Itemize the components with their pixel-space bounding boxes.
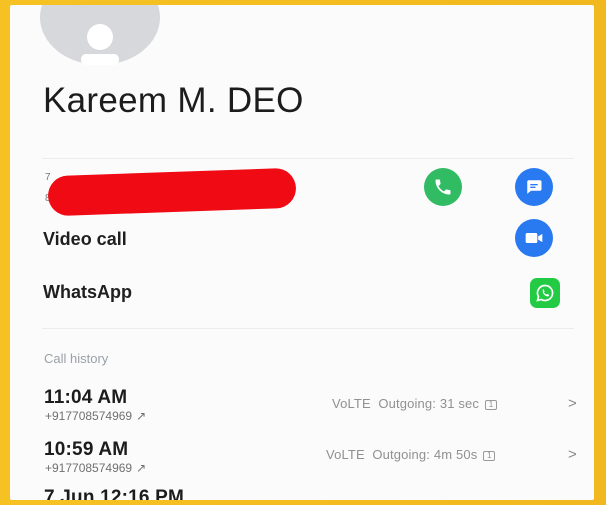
whatsapp-icon	[536, 284, 554, 302]
call-button[interactable]	[424, 168, 462, 206]
call-time: 10:59 AM	[44, 439, 129, 460]
redacted-number-fragment-top: 7	[45, 172, 51, 183]
network-type: VoLTE	[326, 447, 365, 462]
video-call-label[interactable]: Video call	[43, 229, 127, 250]
message-icon	[527, 180, 542, 194]
network-type: VoLTE	[332, 396, 371, 411]
call-number: +917708574969 ↗	[45, 461, 146, 475]
video-camera-icon	[525, 233, 543, 243]
whatsapp-button[interactable]	[530, 278, 560, 308]
sim-icon: 1	[485, 399, 498, 410]
call-meta: VoLTE Outgoing: 4m 50s 1	[326, 447, 496, 462]
outgoing-arrow-icon: ↗	[136, 461, 147, 475]
divider	[42, 328, 574, 329]
contact-details-screen: Kareem M. DEO 7 8 Video call WhatsApp Ca…	[10, 5, 594, 500]
call-time: 11:04 AM	[44, 387, 128, 408]
call-status: Outgoing: 4m 50s	[372, 447, 478, 462]
call-history-title: Call history	[44, 351, 109, 366]
call-number-text: +917708574969	[45, 409, 133, 423]
call-meta: VoLTE Outgoing: 31 sec 1	[332, 396, 498, 411]
chevron-right-icon[interactable]: >	[568, 446, 577, 463]
chevron-right-icon[interactable]: >	[568, 395, 577, 412]
message-button[interactable]	[515, 168, 553, 206]
redacted-phone-number	[47, 167, 297, 217]
whatsapp-label[interactable]: WhatsApp	[43, 282, 132, 303]
contact-avatar	[40, 5, 160, 65]
person-icon	[81, 24, 119, 65]
phone-icon	[435, 179, 451, 195]
call-number: +917708574969 ↗	[45, 409, 146, 423]
video-call-button[interactable]	[515, 219, 553, 257]
contact-name: Kareem M. DEO	[43, 81, 304, 120]
call-time: 7 Jun 12:16 PM	[44, 487, 185, 500]
divider	[42, 158, 574, 159]
call-number-text: +917708574969	[45, 461, 133, 475]
call-status: Outgoing: 31 sec	[378, 396, 480, 411]
sim-icon: 1	[483, 450, 496, 461]
outgoing-arrow-icon: ↗	[136, 409, 147, 423]
